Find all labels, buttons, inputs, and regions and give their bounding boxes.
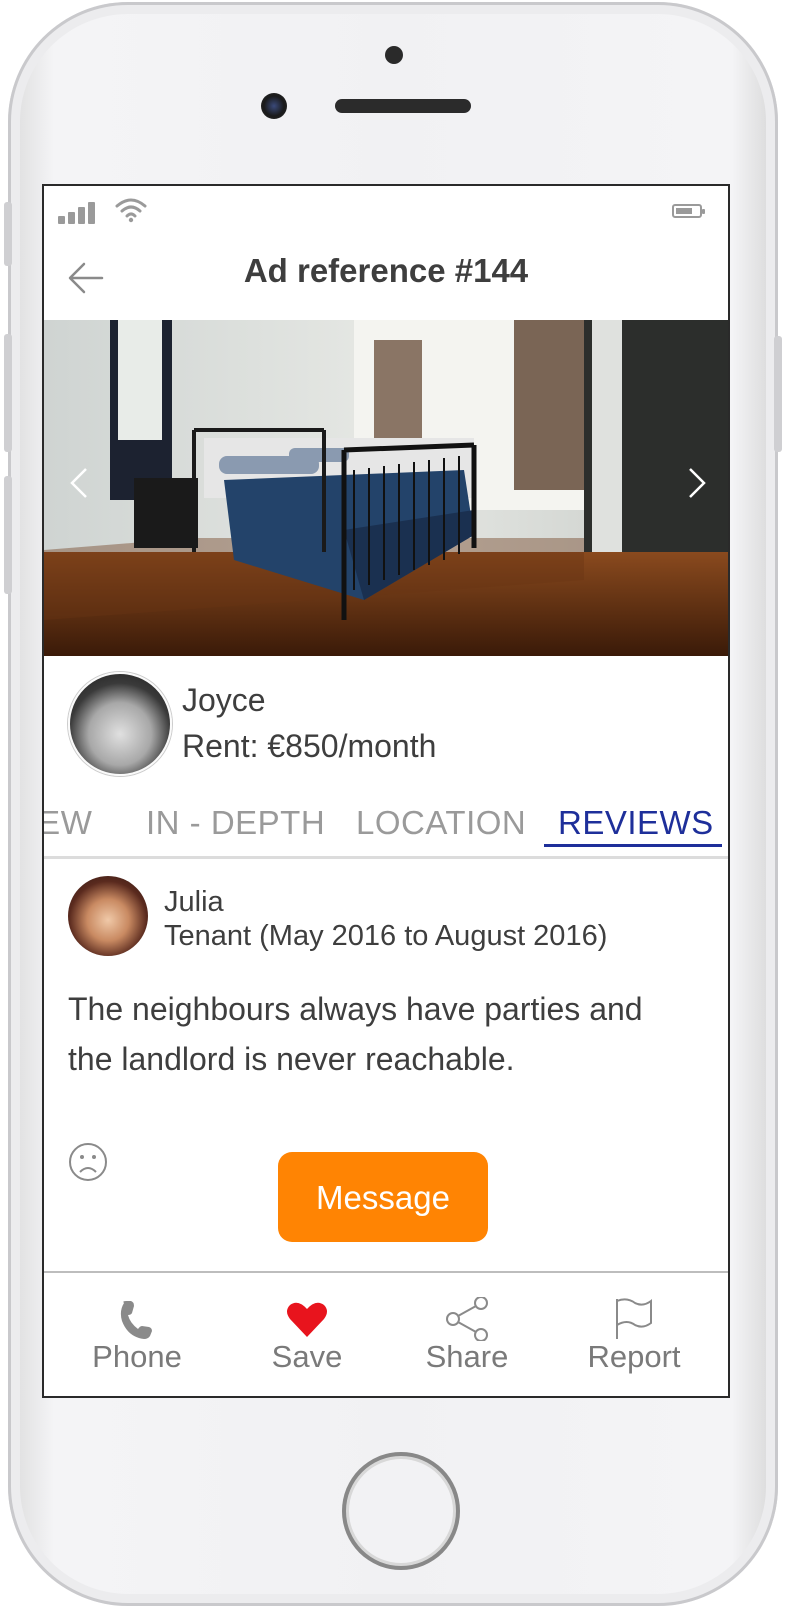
flag-icon — [616, 1298, 652, 1339]
earpiece-speaker — [335, 99, 471, 113]
header: Ad reference #144 — [44, 236, 728, 320]
bottom-action-bar: Phone Save Share Report — [44, 1271, 728, 1396]
report-action[interactable]: Report — [549, 1273, 719, 1396]
landlord-name: Joyce — [182, 682, 266, 718]
volume-down-button — [4, 476, 12, 594]
share-label: Share — [425, 1339, 509, 1374]
phone-label: Phone — [92, 1339, 182, 1374]
sad-face-icon — [69, 1143, 107, 1181]
reviewer-avatar[interactable] — [68, 876, 148, 956]
battery-icon — [672, 204, 705, 218]
heart-icon — [287, 1302, 327, 1337]
tab-location[interactable]: LOCATION — [356, 804, 526, 842]
landlord-info: Joyce Rent: €850/month — [44, 656, 728, 806]
save-action[interactable]: Save — [222, 1273, 392, 1396]
front-camera — [261, 93, 287, 119]
tab-reviews[interactable]: REVIEWS — [544, 804, 722, 847]
mute-switch — [4, 202, 12, 266]
share-icon — [446, 1297, 488, 1341]
proximity-sensor — [385, 46, 403, 64]
signal-bars-icon — [58, 200, 102, 224]
reviewer-tenancy: Tenant (May 2016 to August 2016) — [164, 920, 608, 952]
share-action[interactable]: Share — [382, 1273, 552, 1396]
message-button[interactable]: Message — [278, 1152, 488, 1242]
phone-action[interactable]: Phone — [52, 1273, 222, 1396]
rent-price: Rent: €850/month — [182, 728, 437, 764]
detail-tabs: VIEW IN - DEPTH LOCATION REVIEWS — [44, 804, 728, 859]
volume-up-button — [4, 334, 12, 452]
wifi-icon — [115, 198, 147, 223]
home-button[interactable] — [342, 1452, 460, 1570]
app-screen: Ad reference #144 Joyce Rent: €850/month… — [42, 184, 730, 1398]
review-text: The neighbours always have parties and t… — [68, 991, 643, 1077]
tab-view[interactable]: VIEW — [44, 804, 92, 842]
report-label: Report — [587, 1339, 681, 1374]
bedroom-photo — [44, 320, 728, 656]
tab-in-depth[interactable]: IN - DEPTH — [146, 804, 325, 842]
status-bar — [44, 186, 728, 236]
chevron-left-icon[interactable] — [64, 463, 94, 503]
chevron-right-icon[interactable] — [682, 463, 712, 503]
phone-icon — [120, 1301, 152, 1339]
save-label: Save — [271, 1339, 343, 1374]
power-button — [774, 336, 782, 452]
reviewer-name: Julia — [164, 886, 224, 918]
page-title: Ad reference #144 — [243, 252, 529, 289]
landlord-avatar[interactable] — [68, 672, 172, 776]
listing-photo-carousel[interactable] — [44, 320, 728, 656]
